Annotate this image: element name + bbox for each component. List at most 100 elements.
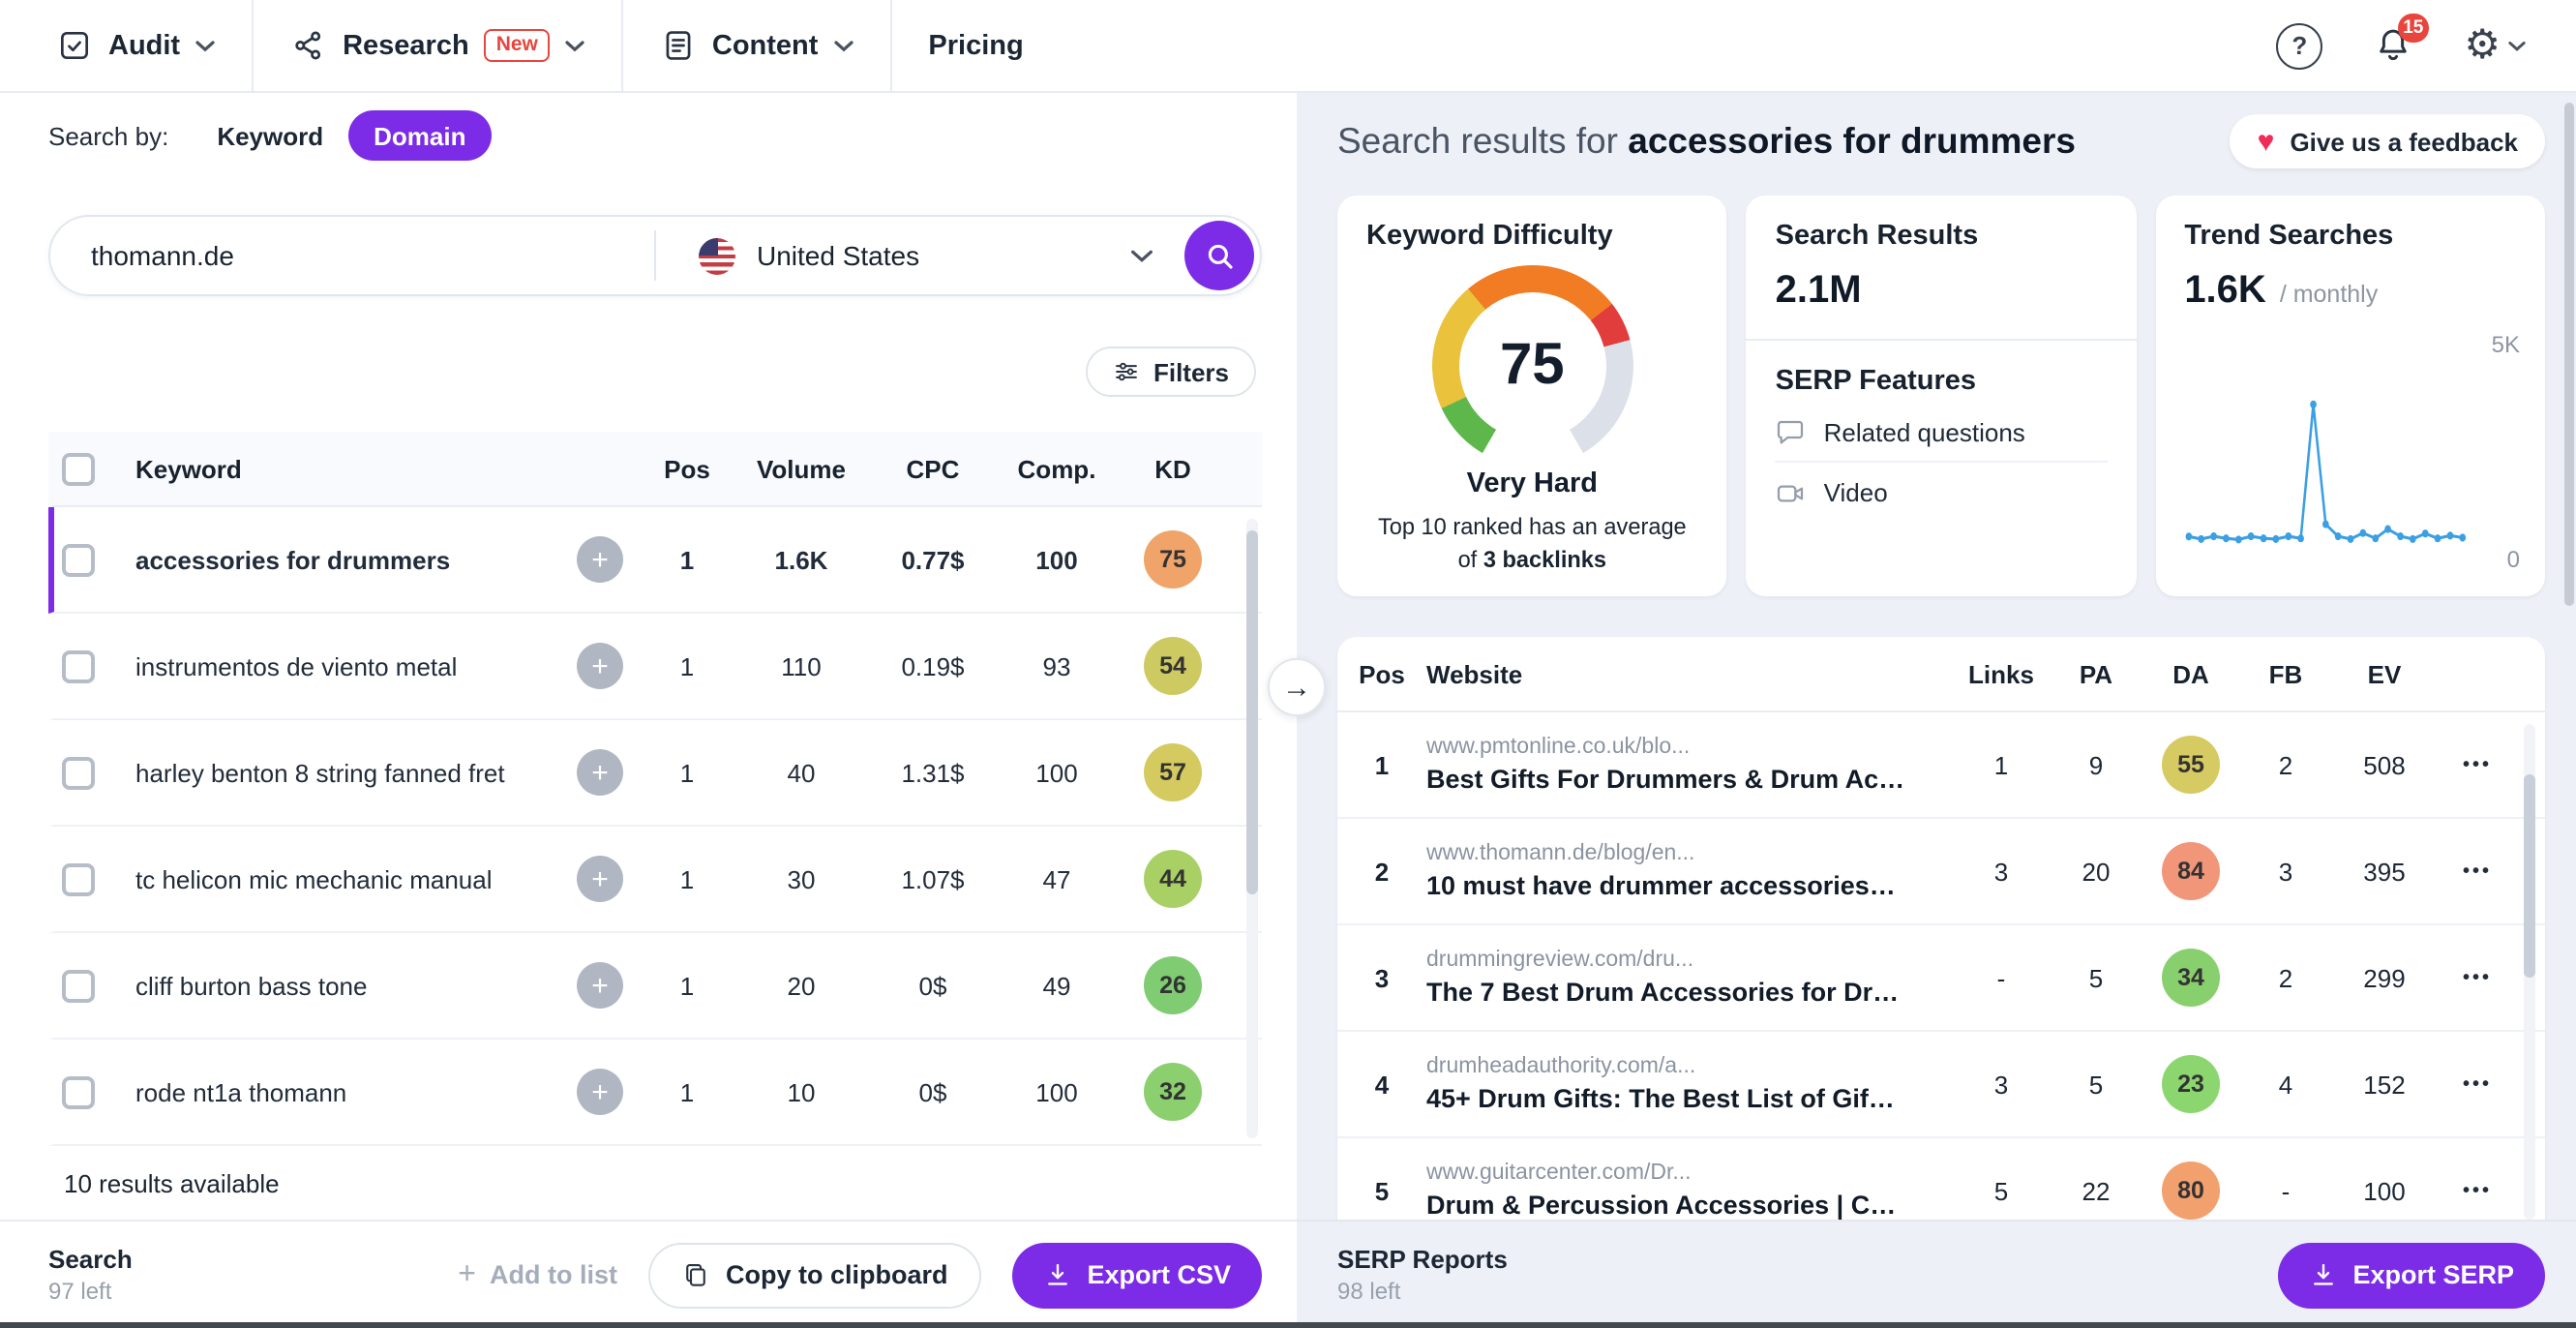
add-keyword-button[interactable]: +	[577, 1069, 623, 1115]
add-to-list-button[interactable]: + Add to list	[458, 1258, 617, 1290]
nav-content[interactable]: Content	[623, 0, 890, 91]
cpc-cell: 0.77$	[901, 545, 965, 574]
serp-table-scrollbar[interactable]	[2524, 724, 2535, 1220]
add-keyword-button[interactable]: +	[577, 643, 623, 689]
row-actions-button[interactable]: •••	[2463, 1073, 2492, 1095]
row-checkbox[interactable]	[62, 756, 95, 789]
volume-cell: 20	[787, 971, 816, 1000]
us-flag-icon	[699, 237, 735, 274]
col-comp: Comp.	[1017, 454, 1096, 483]
serp-title-link[interactable]: The 7 Best Drum Accessories for Dr…	[1426, 978, 1937, 1007]
keyword-row[interactable]: tc helicon mic mechanic manual + 1 30 1.…	[48, 827, 1262, 933]
serp-title-link[interactable]: Best Gifts For Drummers & Drum Ac…	[1426, 765, 1937, 794]
collapse-panel-button[interactable]: →	[1268, 658, 1326, 716]
nav-research[interactable]: Research New	[254, 0, 621, 91]
serp-row[interactable]: 3 drummingreview.com/dru... The 7 Best D…	[1337, 925, 2545, 1032]
gear-icon: ⚙	[2464, 23, 2501, 68]
notifications-button[interactable]: 15	[2373, 14, 2430, 66]
serp-pa: 20	[2082, 857, 2111, 886]
feedback-button[interactable]: ♥ Give us a feedback	[2230, 114, 2545, 168]
col-da: DA	[2172, 659, 2209, 688]
keyword-row[interactable]: rode nt1a thomann + 1 10 0$ 100 32	[48, 1040, 1262, 1146]
card-divider	[1746, 339, 2137, 341]
serp-pos: 1	[1374, 750, 1390, 779]
row-checkbox[interactable]	[62, 969, 95, 1002]
keyword-row[interactable]: harley benton 8 string fanned fret + 1 4…	[48, 720, 1262, 827]
da-badge: 55	[2162, 736, 2220, 794]
note-bold: 3 backlinks	[1483, 546, 1607, 574]
title-keyword: accessories for drummers	[1628, 120, 2076, 161]
serp-pos: 5	[1374, 1176, 1390, 1205]
scrollbar-thumb[interactable]	[2564, 103, 2574, 606]
serp-title-link[interactable]: 10 must have drummer accessories…	[1426, 871, 1937, 900]
keyword-row[interactable]: cliff burton bass tone + 1 20 0$ 49 26	[48, 933, 1262, 1040]
top-nav: Audit Research New Content Pricing ? 15 …	[0, 0, 2576, 93]
keyword-cell: rode nt1a thomann	[135, 1077, 347, 1106]
scrollbar-thumb[interactable]	[1246, 530, 1258, 894]
domain-input[interactable]	[50, 240, 654, 271]
serp-website: www.guitarcenter.com/Dr... Drum & Percus…	[1426, 1162, 1953, 1220]
country-selector[interactable]: United States	[656, 237, 1184, 274]
mode-keyword-pill[interactable]: Keyword	[192, 110, 348, 161]
search-button[interactable]	[1184, 221, 1254, 290]
serp-row[interactable]: 5 www.guitarcenter.com/Dr... Drum & Perc…	[1337, 1138, 2545, 1231]
nav-pricing-label: Pricing	[928, 30, 1024, 61]
add-keyword-button[interactable]: +	[577, 962, 623, 1009]
volume-cell: 110	[781, 651, 822, 680]
serp-links: -	[1996, 963, 2006, 992]
search-mode-toggle: Keyword Domain	[192, 110, 492, 161]
keyword-row[interactable]: instrumentos de viento metal + 1 110 0.1…	[48, 614, 1262, 720]
filters-button[interactable]: Filters	[1085, 347, 1256, 397]
cpc-cell: 0.19$	[901, 651, 965, 680]
notification-count-badge: 15	[2397, 14, 2430, 43]
add-keyword-button[interactable]: +	[577, 856, 623, 902]
row-checkbox[interactable]	[62, 649, 95, 682]
add-keyword-button[interactable]: +	[577, 536, 623, 583]
mode-domain-pill[interactable]: Domain	[348, 110, 492, 161]
copy-label: Copy to clipboard	[725, 1260, 948, 1289]
row-checkbox[interactable]	[62, 1075, 95, 1108]
keyword-difficulty-card: Keyword Difficulty 75 Very Hard Top 10 r…	[1337, 196, 1727, 596]
serp-row[interactable]: 1 www.pmtonline.co.uk/blo... Best Gifts …	[1337, 712, 2545, 819]
filter-icon	[1116, 362, 1137, 381]
serp-panel: Search results for accessories for drumm…	[1297, 93, 2576, 1328]
serp-title-link[interactable]: 45+ Drum Gifts: The Best List of Gif…	[1426, 1084, 1937, 1113]
window-scrollbar[interactable]	[2564, 97, 2574, 1313]
select-all-checkbox[interactable]	[62, 452, 95, 485]
row-actions-button[interactable]: •••	[2463, 1180, 2492, 1201]
copy-to-clipboard-button[interactable]: Copy to clipboard	[647, 1242, 981, 1308]
difficulty-score: 75	[1499, 333, 1565, 397]
export-serp-button[interactable]: Export SERP	[2277, 1242, 2545, 1308]
serp-pa: 22	[2082, 1176, 2111, 1205]
nav-audit[interactable]: Audit	[19, 0, 252, 91]
search-bar: United States	[48, 215, 1262, 296]
serp-row[interactable]: 2 www.thomann.de/blog/en... 10 must have…	[1337, 819, 2545, 925]
comp-cell: 100	[1035, 545, 1078, 574]
row-actions-button[interactable]: •••	[2463, 967, 2492, 988]
trend-searches-card: Trend Searches 1.6K / monthly 5K 0	[2155, 196, 2545, 596]
row-actions-button[interactable]: •••	[2463, 860, 2492, 882]
trend-ymin-label: 0	[2506, 546, 2520, 573]
keyword-table: Keyword Pos Volume CPC Comp. KD accessor…	[48, 432, 1262, 1146]
col-kd: KD	[1154, 454, 1191, 483]
search-results-card: Search Results 2.1M SERP Features Relate…	[1746, 196, 2137, 596]
credits-remaining: 97 left	[48, 1278, 112, 1305]
da-badge: 34	[2162, 949, 2220, 1007]
help-icon[interactable]: ?	[2276, 22, 2323, 69]
kd-badge: 32	[1144, 1063, 1202, 1121]
serp-website: www.pmtonline.co.uk/blo... Best Gifts Fo…	[1426, 736, 1953, 794]
serp-links: 3	[1993, 1070, 2009, 1099]
keyword-row[interactable]: accessories for drummers + 1 1.6K 0.77$ …	[48, 507, 1262, 614]
row-actions-button[interactable]: •••	[2463, 754, 2492, 775]
export-csv-button[interactable]: Export CSV	[1011, 1242, 1262, 1308]
settings-button[interactable]: ⚙	[2464, 25, 2526, 66]
scrollbar-thumb[interactable]	[2524, 774, 2535, 978]
serp-title-link[interactable]: Drum & Percussion Accessories | C…	[1426, 1191, 1937, 1220]
row-checkbox[interactable]	[62, 862, 95, 895]
col-pos: Pos	[664, 454, 710, 483]
row-checkbox[interactable]	[62, 543, 95, 576]
keyword-table-scrollbar[interactable]	[1246, 519, 1258, 1138]
serp-row[interactable]: 4 drumheadauthority.com/a... 45+ Drum Gi…	[1337, 1032, 2545, 1138]
nav-pricing[interactable]: Pricing	[891, 0, 1060, 91]
add-keyword-button[interactable]: +	[577, 749, 623, 796]
